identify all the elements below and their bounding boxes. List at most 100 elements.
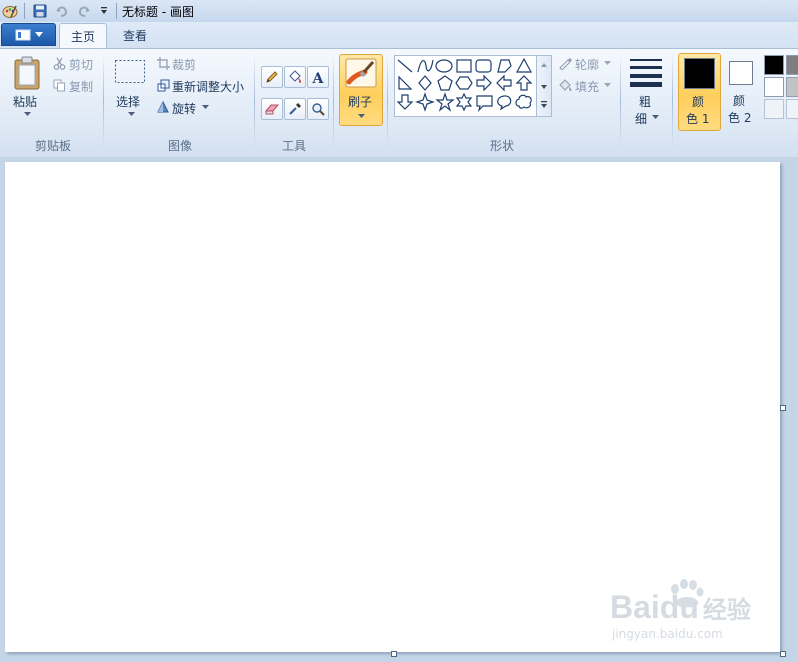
select-button[interactable]: 选择 xyxy=(116,93,140,110)
color1-swatch xyxy=(684,58,715,89)
ribbon-tab-row: 主页 查看 xyxy=(0,22,798,49)
left-arrow-shape xyxy=(496,74,512,92)
paste-button[interactable]: 粘贴 xyxy=(13,93,37,110)
gallery-expand-icon xyxy=(541,104,547,108)
color1-label-b: 色 1 xyxy=(686,112,710,126)
clipboard-group-label: 剪贴板 xyxy=(34,139,71,153)
rotate-icon xyxy=(156,100,170,114)
cloud-callout-shape xyxy=(515,94,532,109)
up-arrow-shape xyxy=(515,75,533,91)
chevron-down-icon[interactable] xyxy=(603,82,611,88)
watermark-jingyan: 经验 xyxy=(702,597,751,624)
text-tool[interactable]: A xyxy=(307,66,329,88)
rect-callout-shape xyxy=(476,95,493,112)
canvas-resize-handle-corner[interactable] xyxy=(780,651,786,657)
chevron-down-icon[interactable] xyxy=(23,111,31,117)
pencil-tool[interactable] xyxy=(261,66,283,88)
copy-icon xyxy=(52,78,66,92)
right-arrow-shape xyxy=(476,74,492,92)
crop-button[interactable]: 裁剪 xyxy=(172,56,196,73)
fill-tool[interactable] xyxy=(284,66,306,88)
paint-app-icon[interactable] xyxy=(2,3,18,19)
palette-color-light-gray[interactable] xyxy=(786,77,798,97)
chevron-down-icon[interactable] xyxy=(603,60,611,66)
brushes-button[interactable]: 刷子 xyxy=(339,54,383,126)
watermark-url: jingyan.baidu.com xyxy=(612,627,723,641)
copy-button[interactable]: 复制 xyxy=(69,78,93,95)
undo-icon[interactable] xyxy=(54,3,70,19)
baidu-jingyan-watermark: Baidu 经验 jingyan.baidu.com xyxy=(610,575,790,645)
canvas-resize-handle-bottom[interactable] xyxy=(391,651,397,657)
size-label-2: 细 xyxy=(635,112,648,126)
resize-button[interactable]: 重新调整大小 xyxy=(172,78,244,95)
shapes-group-label: 形状 xyxy=(489,139,514,153)
tools-group-label: 工具 xyxy=(281,139,306,153)
menu-icon xyxy=(15,29,30,40)
watermark-brand: Bai xyxy=(610,589,660,625)
magnifier-icon xyxy=(312,103,325,116)
palette-color-black[interactable] xyxy=(764,55,784,75)
pentagon-shape xyxy=(437,75,453,91)
chevron-down-icon[interactable] xyxy=(201,104,209,110)
oval-callout-shape xyxy=(497,95,512,111)
palette-custom-slot[interactable] xyxy=(786,99,798,119)
magnifier-tool[interactable] xyxy=(307,98,329,120)
fill-button[interactable]: 填充 xyxy=(575,78,599,95)
resize-icon xyxy=(156,78,170,92)
cut-icon xyxy=(52,56,66,70)
crop-icon xyxy=(156,56,170,70)
image-group-label: 图像 xyxy=(167,139,192,153)
hexagon-shape xyxy=(455,76,473,90)
size-label-1: 粗 xyxy=(639,95,652,109)
down-arrow-shape xyxy=(396,94,414,110)
palette-custom-slot[interactable] xyxy=(764,99,784,119)
eraser-icon xyxy=(264,104,280,115)
scroll-down-icon xyxy=(541,85,547,89)
customize-qat-icon[interactable] xyxy=(96,3,112,19)
eraser-tool[interactable] xyxy=(261,98,283,120)
four-point-star-shape xyxy=(415,92,435,112)
fill-bucket-icon xyxy=(289,70,301,83)
triangle-shape xyxy=(515,57,533,73)
six-point-star-shape xyxy=(455,92,473,112)
save-icon[interactable] xyxy=(32,3,48,19)
select-icon[interactable] xyxy=(114,59,146,85)
eyedropper-icon xyxy=(289,103,301,115)
pencil-icon xyxy=(266,71,278,83)
title-bar: 无标题 - 画图 xyxy=(0,0,798,23)
canvas-resize-handle-right[interactable] xyxy=(780,405,786,411)
paint-menu-button[interactable] xyxy=(1,23,56,46)
polygon-shape xyxy=(497,59,512,73)
outline-button[interactable]: 轮廓 xyxy=(575,56,599,73)
color2-swatch xyxy=(729,61,753,85)
paste-icon[interactable] xyxy=(12,55,42,91)
chevron-down-icon xyxy=(34,31,43,37)
color1-button[interactable]: 颜 色 1 xyxy=(678,53,721,131)
chevron-down-icon xyxy=(651,114,659,120)
color2-label-b: 色 2 xyxy=(728,111,752,125)
scroll-up-icon xyxy=(541,63,547,67)
chevron-down-icon[interactable] xyxy=(127,111,135,117)
rectangle-shape xyxy=(456,59,472,73)
diamond-shape xyxy=(418,75,432,91)
tab-view[interactable]: 查看 xyxy=(112,23,158,47)
watermark-brand-2: du xyxy=(659,589,699,625)
shapes-gallery-scrollbar[interactable] xyxy=(536,55,552,117)
palette-color-white[interactable] xyxy=(764,77,784,97)
color2-button[interactable]: 颜 色 2 xyxy=(721,53,762,129)
rotate-button[interactable]: 旋转 xyxy=(172,100,196,117)
palette-color-gray[interactable] xyxy=(786,55,798,75)
cut-button[interactable]: 剪切 xyxy=(69,56,93,73)
five-point-star-shape xyxy=(435,92,455,112)
outline-icon xyxy=(557,56,573,70)
brush-icon xyxy=(344,57,378,89)
text-a-icon: A xyxy=(312,71,325,84)
color-picker-tool[interactable] xyxy=(284,98,306,120)
tab-home[interactable]: 主页 xyxy=(59,23,107,49)
oval-shape xyxy=(435,59,453,73)
rounded-rectangle-shape xyxy=(475,59,492,73)
line-width-icon xyxy=(629,57,663,87)
size-button[interactable]: 粗 细 xyxy=(626,54,666,128)
line-shape xyxy=(397,59,413,73)
redo-icon[interactable] xyxy=(76,3,92,19)
